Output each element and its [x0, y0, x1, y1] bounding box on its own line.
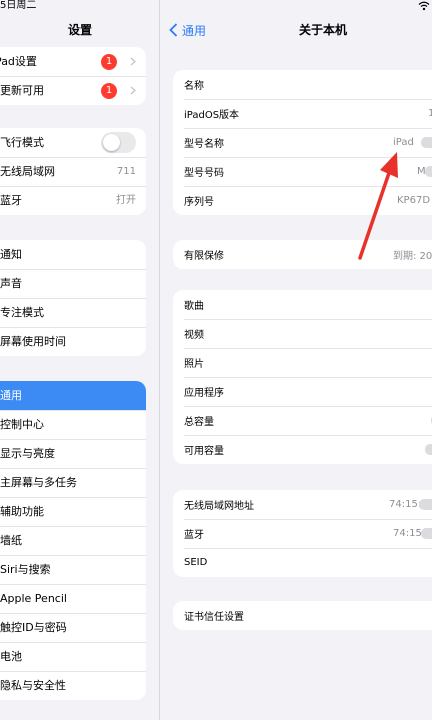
wifi-icon — [418, 1, 430, 11]
about-row-songs: 歌曲 — [173, 290, 432, 319]
sidebar-item-label: 更新可用 — [0, 84, 44, 97]
sidebar-item-battery[interactable]: 电池 — [0, 642, 146, 671]
about-row-available: 可用容量 — [173, 435, 432, 464]
airplane-mode-toggle[interactable] — [101, 132, 136, 153]
sidebar-item-wlan[interactable]: 无线局域网 711 — [0, 157, 146, 186]
sidebar-item-label: 通知 — [0, 248, 22, 261]
sidebar-item-label: Apple Pencil — [0, 592, 67, 605]
sidebar-item-apple-pencil[interactable]: Apple Pencil — [0, 584, 146, 613]
about-row-label: iPadOS版本 — [184, 110, 240, 121]
sidebar-item-accessibility[interactable]: 辅助功能 — [0, 497, 146, 526]
about-row-label: 总容量 — [184, 417, 214, 428]
sidebar-item-screen-time[interactable]: 屏幕使用时间 — [0, 327, 146, 356]
about-row-photos: 照片 — [173, 348, 432, 377]
about-row-seid[interactable]: SEID — [173, 548, 432, 577]
status-bar: 5日周二 — [0, 0, 432, 14]
sidebar-item-control-center[interactable]: 控制中心 — [0, 410, 146, 439]
sidebar-item-sounds[interactable]: 声音 — [0, 269, 146, 298]
about-row-value: iPad — [393, 137, 414, 148]
sidebar-item-label: 墙纸 — [0, 534, 22, 547]
notification-badge: 1 — [101, 83, 117, 99]
sidebar-item-bluetooth[interactable]: 蓝牙 打开 — [0, 186, 146, 215]
redacted-value — [421, 137, 432, 148]
about-row-label: 名称 — [184, 81, 204, 92]
about-row-capacity: 总容量 — [173, 406, 432, 435]
sidebar-item-display-brightness[interactable]: 显示与亮度 — [0, 439, 146, 468]
about-row-label: 无线局域网地址 — [184, 501, 254, 512]
sidebar-item-label: 无线局域网 — [0, 165, 55, 178]
about-row-applications: 应用程序 — [173, 377, 432, 406]
sidebar-item-label: 隐私与安全性 — [0, 679, 66, 692]
sidebar-item-label: 主屏幕与多任务 — [0, 476, 77, 489]
about-group-certificates: 证书信任设置 — [173, 601, 432, 630]
sidebar-item-notifications[interactable]: 通知 — [0, 240, 146, 269]
sidebar-item-label: iPad设置 — [0, 55, 37, 68]
sidebar-item-airplane-mode[interactable]: 飞行模式 — [0, 128, 146, 157]
about-row-value: 74:15: — [389, 499, 422, 510]
about-row-label: 视频 — [184, 330, 204, 341]
sidebar-group-updates: iPad设置 1 更新可用 1 — [0, 47, 146, 105]
sidebar-item-label: 声音 — [0, 277, 22, 290]
sidebar-item-home-screen-multitasking[interactable]: 主屏幕与多任务 — [0, 468, 146, 497]
about-row-label: 证书信任设置 — [184, 612, 244, 623]
sidebar-item-label: 飞行模式 — [0, 136, 44, 149]
chevron-right-icon — [130, 86, 136, 95]
about-row-label: 照片 — [184, 359, 204, 370]
sidebar-item-siri-search[interactable]: Siri与搜索 — [0, 555, 146, 584]
sidebar-item-wallpaper[interactable]: 墙纸 — [0, 526, 146, 555]
about-group-storage: 歌曲 视频 照片 应用程序 总容量 可用容量 — [173, 290, 432, 464]
about-row-label: 有限保修 — [184, 251, 224, 262]
sidebar-group-connectivity: 飞行模式 无线局域网 711 蓝牙 打开 — [0, 128, 146, 215]
about-row-label: 蓝牙 — [184, 530, 204, 541]
redacted-value — [419, 499, 432, 510]
sidebar-title: 设置 — [67, 23, 92, 37]
about-row-label: 应用程序 — [184, 388, 224, 399]
chevron-right-icon — [130, 57, 136, 66]
sidebar-item-update-available[interactable]: 更新可用 1 — [0, 76, 146, 105]
sidebar-item-label: 显示与亮度 — [0, 447, 55, 460]
about-row-label: SEID — [184, 557, 208, 568]
redacted-value — [421, 528, 432, 539]
sidebar-item-label: 电池 — [0, 650, 22, 663]
about-row-label: 型号名称 — [184, 139, 224, 150]
sidebar-item-label: 通用 — [0, 389, 22, 402]
sidebar-item-touch-id-passcode[interactable]: 触控ID与密码 — [0, 613, 146, 642]
sidebar-item-label: 屏幕使用时间 — [0, 335, 66, 348]
sidebar-item-label: 控制中心 — [0, 418, 44, 431]
wlan-value: 711 — [116, 166, 136, 177]
about-row-label: 型号号码 — [184, 168, 224, 179]
sidebar: 设置 iPad设置 1 更新可用 1 飞行模式 无线局域网 711 蓝牙 打开 … — [0, 0, 160, 720]
sidebar-item-focus[interactable]: 专注模式 — [0, 298, 146, 327]
status-time: 5日周二 — [0, 0, 37, 11]
about-row-label: 歌曲 — [184, 301, 204, 312]
toggle-knob — [103, 134, 120, 151]
about-row-name[interactable]: 名称 — [173, 70, 432, 99]
sidebar-item-privacy-security[interactable]: 隐私与安全性 — [0, 671, 146, 700]
notification-badge: 1 — [101, 54, 117, 70]
page-title: 关于本机 — [298, 23, 347, 37]
sidebar-item-label: Siri与搜索 — [0, 563, 51, 576]
sidebar-item-label: 蓝牙 — [0, 194, 22, 207]
bluetooth-value: 打开 — [116, 195, 136, 206]
sidebar-item-general[interactable]: 通用 — [0, 381, 146, 410]
about-row-certificate-trust[interactable]: 证书信任设置 — [173, 601, 432, 630]
about-row-videos: 视频 — [173, 319, 432, 348]
sidebar-group-notifications: 通知 声音 专注模式 屏幕使用时间 — [0, 240, 146, 356]
detail-pane: 通用 关于本机 名称 iPadOS版本 1 型号名称 iPad 型号号码 M 序… — [161, 0, 432, 720]
about-group-network: 无线局域网地址 74:15: 蓝牙 74:15: SEID — [173, 490, 432, 577]
sidebar-item-ipad-settings[interactable]: iPad设置 1 — [0, 47, 146, 76]
about-row-bluetooth-address: 蓝牙 74:15: — [173, 519, 432, 548]
sidebar-item-label: 辅助功能 — [0, 505, 44, 518]
sidebar-group-general: 通用 控制中心 显示与亮度 主屏幕与多任务 辅助功能 墙纸 Siri与搜索 Ap… — [0, 381, 146, 700]
redacted-value — [425, 166, 432, 177]
about-row-value: 1 — [428, 108, 432, 119]
sidebar-item-label: 触控ID与密码 — [0, 621, 67, 634]
sidebar-item-label: 专注模式 — [0, 306, 44, 319]
red-arrow-annotation — [358, 152, 398, 260]
redacted-value — [425, 444, 432, 455]
about-row-label: 序列号 — [184, 197, 214, 208]
about-row-label: 可用容量 — [184, 446, 224, 457]
about-row-ipados-version[interactable]: iPadOS版本 1 — [173, 99, 432, 128]
about-row-wlan-address: 无线局域网地址 74:15: — [173, 490, 432, 519]
